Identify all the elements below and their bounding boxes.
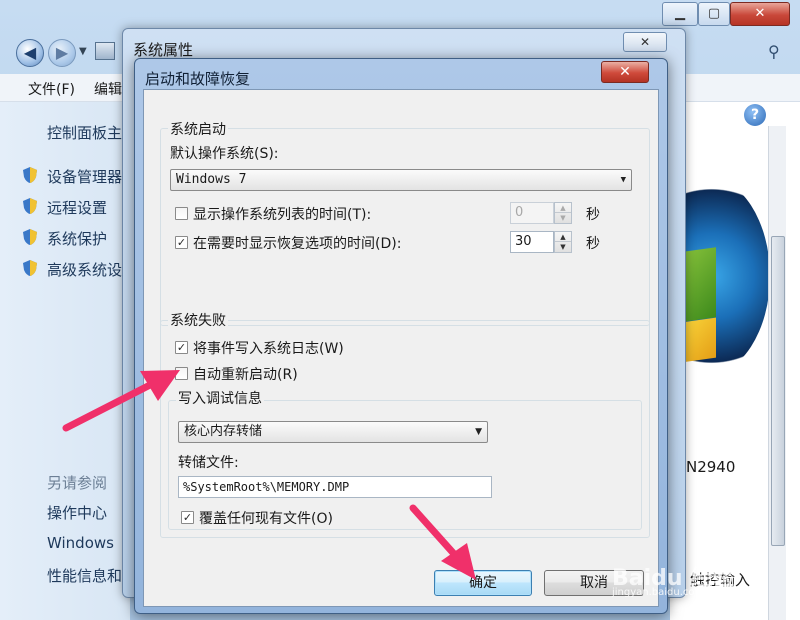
scrollbar-thumb[interactable]: [771, 236, 785, 546]
show-os-list-spinner[interactable]: ▲ ▼: [554, 202, 572, 224]
shield-icon: [23, 198, 37, 214]
sidebar-item-system-protection[interactable]: 系统保护: [47, 228, 107, 249]
shield-icon: [23, 229, 37, 245]
see-also-performance[interactable]: 性能信息和: [47, 565, 122, 586]
minimize-button[interactable]: ▁: [662, 2, 698, 26]
chevron-down-icon: ▼: [475, 427, 482, 437]
show-recovery-spinner[interactable]: ▲ ▼: [554, 231, 572, 253]
show-os-list-checkbox[interactable]: [175, 207, 188, 220]
see-also-heading: 另请参阅: [47, 474, 108, 492]
startup-recovery-dialog: 启动和故障恢复 ✕ 系统启动 默认操作系统(S): Windows 7 ▼ 显示…: [134, 58, 668, 614]
dialog-body: 系统启动 默认操作系统(S): Windows 7 ▼ 显示操作系统列表的时间(…: [143, 89, 659, 607]
write-event-label: 将事件写入系统日志(W): [193, 341, 344, 357]
ok-button[interactable]: 确定: [434, 570, 532, 596]
spin-down-icon[interactable]: ▼: [555, 213, 571, 223]
seconds-unit-label: 秒: [586, 236, 600, 252]
debug-type-value: 核心内存转储: [184, 424, 263, 439]
see-also-windows[interactable]: Windows: [47, 534, 114, 552]
overwrite-label: 覆盖任何现有文件(O): [199, 511, 333, 527]
menu-edit[interactable]: 编辑: [94, 79, 122, 99]
show-os-list-seconds-input[interactable]: 0: [510, 202, 554, 224]
forward-arrow-icon[interactable]: ▶: [48, 39, 76, 67]
system-properties-close-button[interactable]: ✕: [623, 32, 667, 52]
search-icon[interactable]: ⚲: [768, 42, 780, 61]
overwrite-checkbox[interactable]: ✓: [181, 511, 194, 524]
auto-restart-checkbox[interactable]: [175, 367, 188, 380]
chevron-down-icon: ▼: [620, 175, 626, 185]
auto-restart-label: 自动重新启动(R): [193, 367, 298, 383]
baidu-watermark-url: jingyan.baidu.com: [612, 587, 705, 598]
dialog-title: 启动和故障恢复: [145, 70, 251, 88]
spin-up-icon[interactable]: ▲: [555, 203, 571, 213]
show-recovery-seconds-input[interactable]: 30: [510, 231, 554, 253]
dialog-close-button[interactable]: ✕: [601, 61, 649, 83]
computer-icon: [95, 42, 115, 60]
show-recovery-checkbox[interactable]: ✓: [175, 236, 188, 249]
default-os-value: Windows 7: [176, 172, 247, 187]
failure-group-label: 系统失败: [168, 310, 228, 330]
spin-down-icon[interactable]: ▼: [555, 242, 571, 252]
help-icon[interactable]: ?: [744, 104, 766, 126]
maximize-button[interactable]: ▢: [698, 2, 730, 26]
see-also-action-center[interactable]: 操作中心: [47, 502, 107, 523]
menu-file[interactable]: 文件(F): [28, 79, 75, 99]
debug-info-label: 写入调试信息: [176, 388, 264, 408]
show-recovery-label: 在需要时显示恢复选项的时间(D):: [193, 236, 402, 252]
back-arrow-icon[interactable]: ◀: [16, 39, 44, 67]
close-window-button[interactable]: ✕: [730, 2, 790, 26]
startup-group-label: 系统启动: [168, 119, 228, 139]
shield-icon: [23, 167, 37, 183]
seconds-unit-label: 秒: [586, 207, 600, 223]
windows-logo-yellow-pane: [682, 317, 716, 363]
default-os-label: 默认操作系统(S):: [170, 146, 279, 162]
sidebar-item-device-manager[interactable]: 设备管理器: [47, 166, 122, 187]
control-panel-home-link[interactable]: 控制面板主: [47, 122, 122, 143]
processor-model-text: N2940: [686, 458, 736, 476]
sidebar-item-advanced-settings[interactable]: 高级系统设: [47, 259, 122, 280]
chevron-down-icon[interactable]: ▼: [79, 46, 87, 57]
system-properties-title: 系统属性: [133, 41, 194, 59]
dump-file-input[interactable]: %SystemRoot%\MEMORY.DMP: [178, 476, 492, 498]
dump-file-label: 转储文件:: [178, 455, 239, 471]
sidebar-item-remote-settings[interactable]: 远程设置: [47, 197, 107, 218]
vertical-scrollbar[interactable]: [768, 126, 786, 620]
debug-type-select[interactable]: 核心内存转储 ▼: [178, 421, 488, 443]
spin-up-icon[interactable]: ▲: [555, 232, 571, 242]
default-os-select[interactable]: Windows 7 ▼: [170, 169, 632, 191]
shield-icon: [23, 260, 37, 276]
show-os-list-label: 显示操作系统列表的时间(T):: [193, 207, 372, 223]
write-event-checkbox[interactable]: ✓: [175, 341, 188, 354]
